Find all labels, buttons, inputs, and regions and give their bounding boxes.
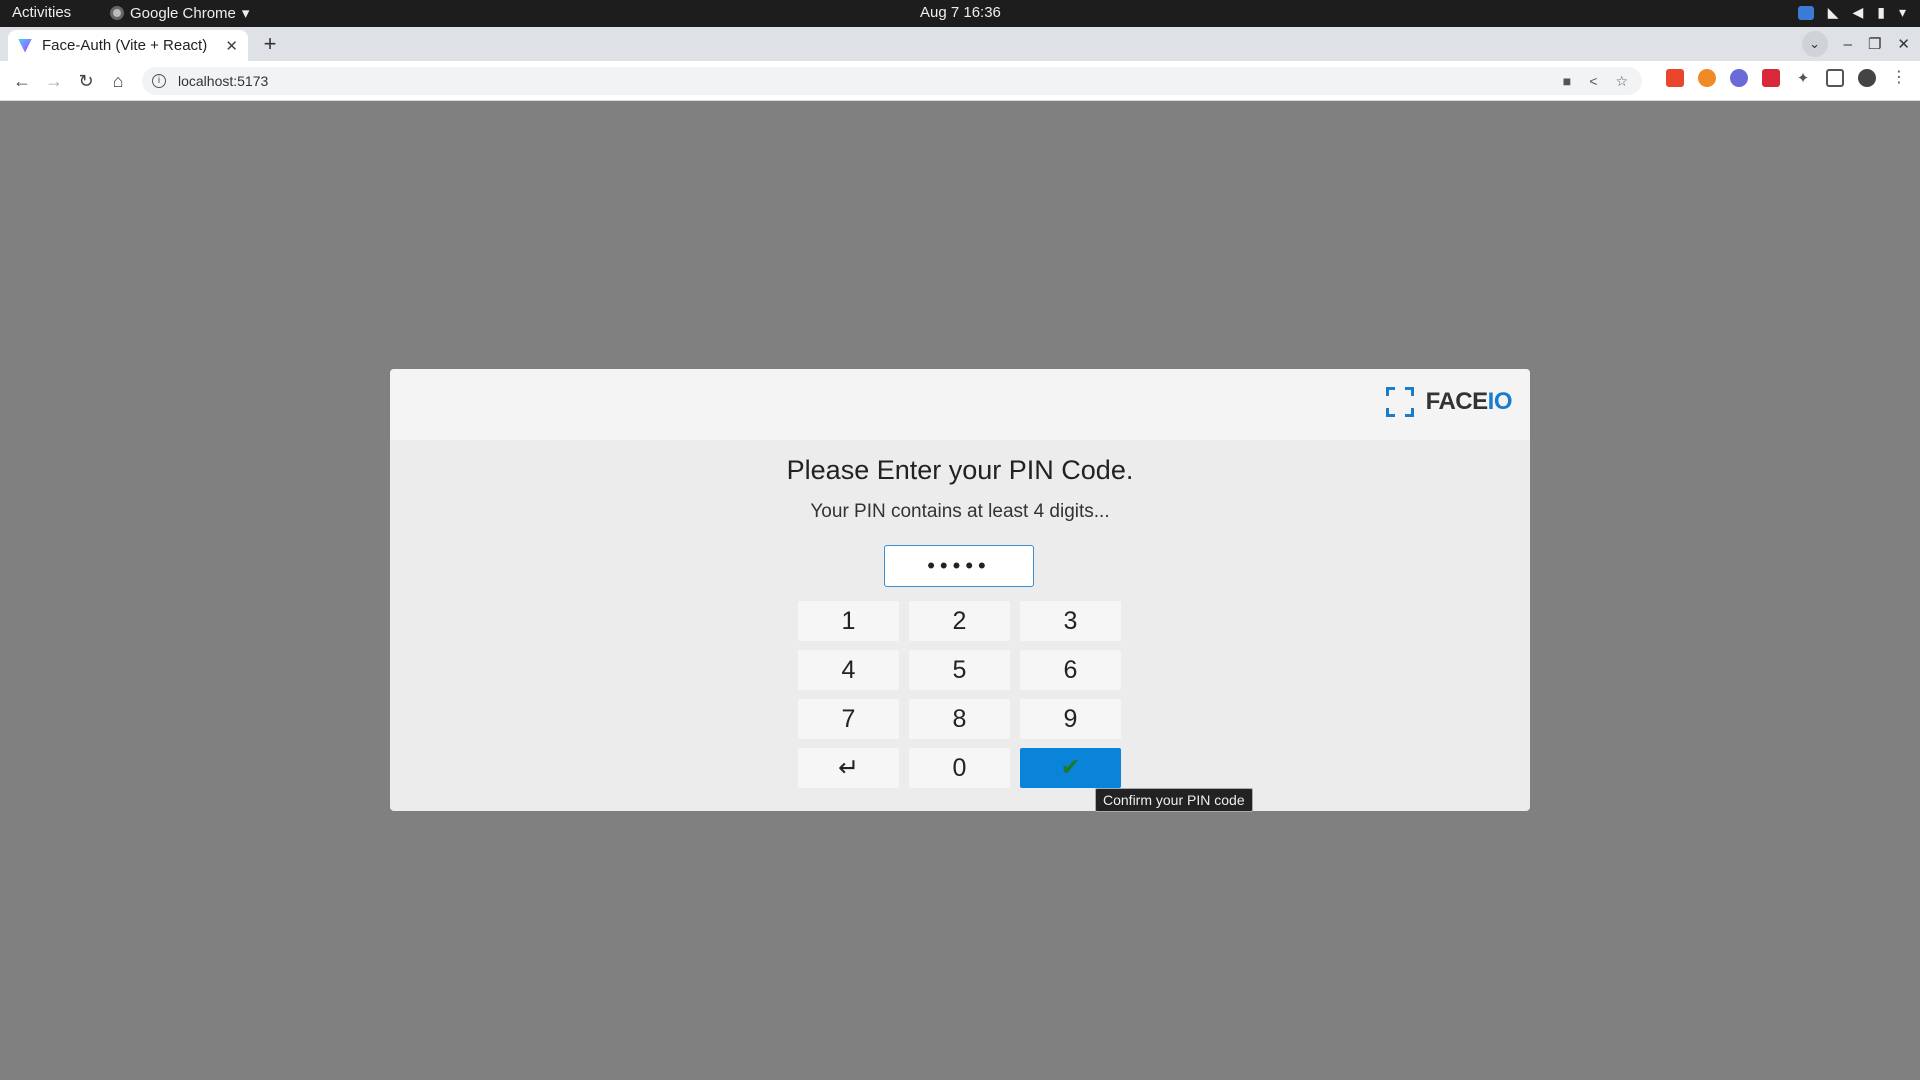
address-bar[interactable]: i localhost:5173 ■ < ☆ (142, 67, 1642, 95)
extension-1-icon[interactable] (1666, 69, 1684, 87)
puzzle-icon[interactable]: ✦ (1794, 69, 1812, 87)
system-tray[interactable]: ◣ ◀ ▮ ▾ (1797, 4, 1906, 21)
face-frame-icon (1385, 387, 1414, 417)
forward-icon[interactable]: → (42, 69, 66, 93)
key-0[interactable]: 0 (909, 748, 1010, 788)
key-8[interactable]: 8 (909, 699, 1010, 739)
new-tab-button[interactable]: + (256, 31, 284, 59)
camera-icon[interactable]: ■ (1563, 73, 1571, 89)
bookmark-star-icon[interactable]: ☆ (1615, 73, 1628, 90)
extensions-area: ✦ ⋮ (1666, 69, 1908, 87)
url-text[interactable]: localhost:5173 (178, 73, 268, 89)
avatar[interactable] (1858, 69, 1876, 87)
activities-button[interactable]: Activities (12, 4, 71, 21)
extension-3-icon[interactable] (1730, 69, 1748, 87)
close-window-icon[interactable]: ✕ (1897, 35, 1910, 53)
key-6[interactable]: 6 (1020, 650, 1121, 690)
tab-close-icon[interactable]: ✕ (225, 37, 238, 55)
faceio-logo: FACEIO (1385, 387, 1513, 417)
volume-icon: ◀ (1852, 4, 1864, 20)
home-icon[interactable]: ⌂ (106, 69, 130, 93)
kebab-menu-icon[interactable]: ⋮ (1890, 69, 1908, 87)
reload-icon[interactable]: ↻ (74, 69, 98, 93)
extension-2-icon[interactable] (1698, 69, 1716, 87)
page-viewport: FACEIO Please Enter your PIN Code. Your … (0, 101, 1920, 1080)
logo-face-text: FACE (1425, 388, 1489, 415)
minimize-icon[interactable]: – (1844, 36, 1852, 53)
key-7[interactable]: 7 (798, 699, 899, 739)
side-panel-icon[interactable] (1826, 69, 1844, 87)
screen-share-icon[interactable] (1797, 5, 1814, 20)
faceio-pin-modal: FACEIO Please Enter your PIN Code. Your … (390, 369, 1530, 811)
tab-active[interactable]: Face-Auth (Vite + React) ✕ (8, 30, 248, 61)
tab-title: Face-Auth (Vite + React) (42, 37, 208, 54)
pin-title: Please Enter your PIN Code. (786, 455, 1134, 485)
confirm-tooltip: Confirm your PIN code (1095, 788, 1253, 812)
maximize-icon[interactable]: ❐ (1868, 35, 1881, 53)
site-info-icon[interactable]: i (152, 74, 166, 88)
key-4[interactable]: 4 (798, 650, 899, 690)
share-icon[interactable]: < (1589, 73, 1597, 89)
app-menu-label: Google Chrome (130, 4, 236, 22)
wifi-icon: ◣ (1827, 4, 1839, 20)
window-controls: ⌄ – ❐ ✕ (1801, 31, 1910, 57)
key-9[interactable]: 9 (1020, 699, 1121, 739)
tab-strip: Face-Auth (Vite + React) ✕ + ⌄ – ❐ ✕ (0, 27, 1920, 61)
clock[interactable]: Aug 7 16:36 (920, 4, 1001, 21)
key-3[interactable]: 3 (1020, 601, 1121, 641)
chrome-icon (110, 6, 124, 20)
system-menu-chevron-icon: ▾ (1898, 4, 1906, 20)
confirm-pin-button[interactable]: ✔ (1020, 748, 1121, 788)
key-5[interactable]: 5 (909, 650, 1010, 690)
tab-search-icon[interactable]: ⌄ (1801, 31, 1828, 57)
pin-keypad: 1 2 3 4 5 6 7 8 9 ↵ 0 ✔ (798, 601, 1121, 788)
key-2[interactable]: 2 (909, 601, 1010, 641)
modal-header: FACEIO (390, 369, 1530, 440)
battery-icon: ▮ (1877, 4, 1885, 20)
vite-favicon-icon (18, 38, 32, 53)
chevron-down-icon: ▾ (241, 5, 250, 22)
key-1[interactable]: 1 (798, 601, 899, 641)
app-menu[interactable]: Google Chrome ▾ (110, 4, 249, 22)
pin-input[interactable]: ••••• (884, 545, 1034, 587)
browser-toolbar: ← → ↻ ⌂ i localhost:5173 ■ < ☆ ✦ ⋮ (0, 61, 1920, 101)
back-icon[interactable]: ← (10, 69, 34, 93)
extension-4-icon[interactable] (1762, 69, 1780, 87)
logo-io-text: IO (1487, 388, 1513, 415)
system-top-bar: Activities Google Chrome ▾ Aug 7 16:36 ◣… (0, 0, 1920, 27)
pin-subtitle: Your PIN contains at least 4 digits... (810, 501, 1110, 522)
backspace-key[interactable]: ↵ (798, 748, 899, 788)
